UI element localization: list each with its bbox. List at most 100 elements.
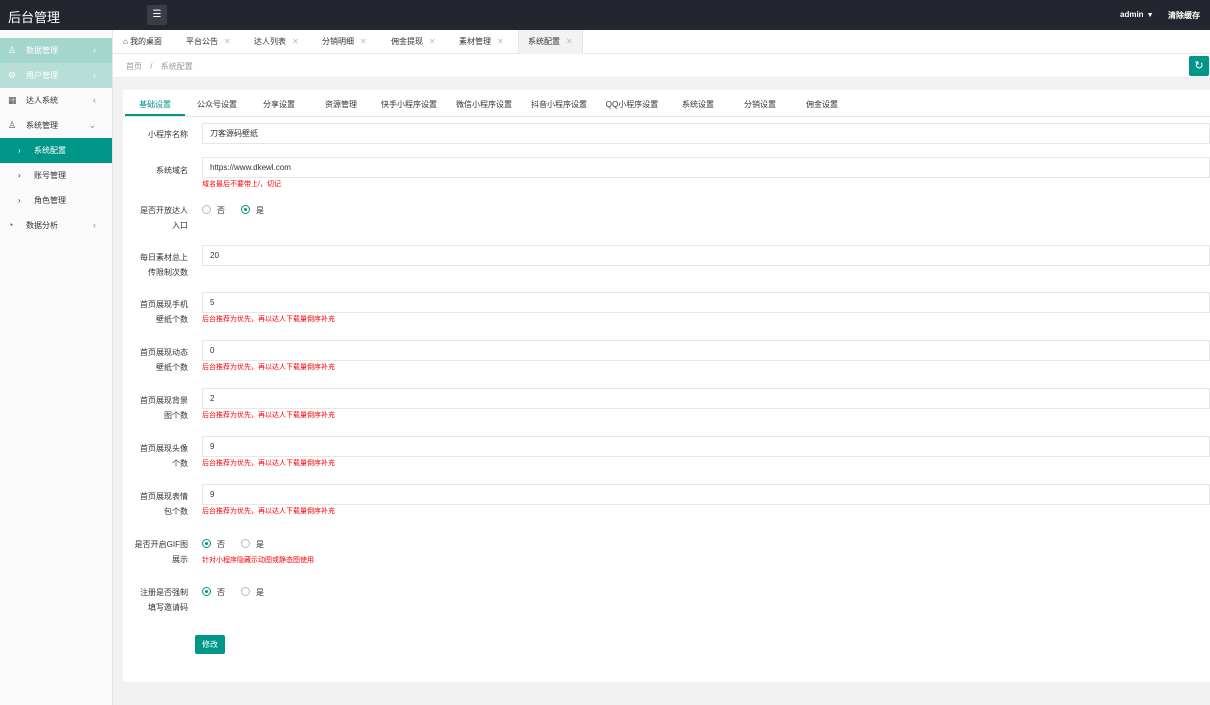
chevron-left-icon: ‹ [93, 95, 96, 105]
submit-button[interactable]: 修改 [195, 635, 225, 654]
bg-img-hint: 后台推荐为优先，再以达人下载量倒序补充 [202, 412, 335, 419]
tab-basic-settings[interactable]: 基础设置 [125, 94, 185, 116]
label-line: 首页展现背景 [140, 396, 188, 405]
label-line: 首页展现动态 [140, 348, 188, 357]
dynamic-wall-label: 首页展现动态 壁纸个数 [128, 345, 188, 375]
label-line: 首页展现表情 [140, 492, 188, 501]
avatar-hint: 后台推荐为优先，再以达人下载量倒序补充 [202, 460, 335, 467]
radio-circle [241, 539, 250, 548]
daily-limit-input[interactable]: 20 [202, 245, 1210, 266]
radio-label: 否 [217, 588, 225, 597]
tab-label: 素材管理 [459, 37, 491, 46]
app-name-label: 小程序名称 [148, 130, 188, 139]
tab-wechat[interactable]: 微信小程序设置 [448, 94, 520, 116]
phone-wall-input[interactable]: 5 [202, 292, 1210, 313]
app-name-input[interactable]: 刀客源码壁纸 [202, 123, 1210, 144]
gif-no-radio[interactable]: 否 [202, 539, 225, 551]
close-icon[interactable]: ✕ [497, 37, 504, 46]
tab-materials[interactable]: 素材管理 ✕ [459, 30, 504, 54]
label-line: 注册是否强制 [140, 588, 188, 597]
tab-distribution[interactable]: 分销明细 ✕ [322, 30, 367, 54]
label-line: 首页展现头像 [140, 444, 188, 453]
sidebar-item-label: 用户管理 [26, 71, 58, 80]
avatar-input[interactable]: 9 [202, 436, 1210, 457]
dynamic-wall-input[interactable]: 0 [202, 340, 1210, 361]
sidebar-item-analytics[interactable]: ◔ 数据分析 ‹ [0, 213, 112, 238]
tab-qq[interactable]: QQ小程序设置 [598, 94, 666, 116]
settings-panel: 基础设置 公众号设置 分享设置 资源管理 快手小程序设置 微信小程序设置 抖音小… [123, 90, 1210, 682]
chevron-right-icon: › [18, 171, 21, 180]
label-line: 是否开放达人 [140, 206, 188, 215]
radio-label: 是 [256, 588, 264, 597]
tab-desktop[interactable]: ⌂ 我的桌面 [123, 30, 162, 54]
close-icon[interactable]: ✕ [566, 37, 573, 46]
tab-share[interactable]: 分享设置 [249, 94, 309, 116]
label-line: 传限制次数 [148, 268, 188, 277]
top-bar: 后台管理 ☰ admin ▼ 清除缓存 [0, 0, 1210, 30]
chevron-left-icon: ‹ [93, 220, 96, 230]
breadcrumb-separator: / [150, 62, 153, 71]
sidebar-item-data[interactable]: ♙ 数据管理 ‹ [0, 38, 112, 63]
radio-circle [202, 205, 211, 214]
tab-announcement[interactable]: 平台公告 ✕ [186, 30, 231, 54]
close-icon[interactable]: ✕ [429, 37, 436, 46]
daily-limit-label: 每日素材总上 传限制次数 [128, 250, 188, 280]
tab-system-config[interactable]: 系统配置 ✕ [518, 30, 583, 54]
grid-icon: ▦ [8, 95, 17, 105]
sidebar-item-label: 达人系统 [26, 96, 58, 105]
user-name: admin [1120, 10, 1144, 19]
tab-label: 平台公告 [186, 37, 218, 46]
tab-douyin[interactable]: 抖音小程序设置 [523, 94, 595, 116]
tab-resources[interactable]: 资源管理 [311, 94, 371, 116]
tab-system[interactable]: 系统设置 [668, 94, 728, 116]
radio-label: 否 [217, 540, 225, 549]
open-entry-label: 是否开放达人 入口 [128, 203, 188, 233]
user-menu[interactable]: admin ▼ [1120, 10, 1154, 19]
tab-commission[interactable]: 佣金设置 [792, 94, 852, 116]
breadcrumb-home[interactable]: 首页 [126, 62, 142, 71]
sidebar-sub-accounts[interactable]: › 账号管理 [0, 163, 112, 188]
domain-hint: 域名最后不要带上/，切记 [202, 181, 281, 188]
emoji-input[interactable]: 9 [202, 484, 1210, 505]
caret-down-icon: ▼ [1146, 12, 1154, 19]
sidebar-sub-roles[interactable]: › 角色管理 [0, 188, 112, 213]
clear-cache-button[interactable]: 清除缓存 [1168, 10, 1200, 21]
open-entry-no-radio[interactable]: 否 [202, 205, 225, 217]
invite-no-radio[interactable]: 否 [202, 587, 225, 599]
tab-official-account[interactable]: 公众号设置 [187, 94, 247, 116]
dynamic-wall-hint: 后台推荐为优先，再以达人下载量倒序补充 [202, 364, 335, 371]
tab-label: 佣金提现 [391, 37, 423, 46]
tab-withdraw[interactable]: 佣金提现 ✕ [391, 30, 436, 54]
chevron-right-icon: › [18, 196, 21, 205]
sidebar-item-users[interactable]: ⚙ 用户管理 ‹ [0, 63, 112, 88]
radio-circle [241, 587, 250, 596]
refresh-icon[interactable]: ↻ [1189, 56, 1209, 76]
sidebar-item-label: 数据分析 [26, 221, 58, 230]
label-line: 壁纸个数 [156, 315, 188, 324]
sidebar-sub-label: 系统配置 [34, 146, 66, 155]
bg-img-input[interactable]: 2 [202, 388, 1210, 409]
home-icon: ⌂ [123, 37, 131, 46]
sidebar-item-talent[interactable]: ▦ 达人系统 ‹ [0, 88, 112, 113]
chevron-right-icon: › [18, 146, 21, 155]
tab-distribution-settings[interactable]: 分销设置 [730, 94, 790, 116]
sidebar-sub-config[interactable]: › 系统配置 [0, 138, 112, 163]
close-icon[interactable]: ✕ [360, 37, 367, 46]
label-line: 入口 [172, 221, 188, 230]
tab-kuaishou[interactable]: 快手小程序设置 [373, 94, 445, 116]
domain-label: 系统域名 [156, 166, 188, 175]
gif-yes-radio[interactable]: 是 [241, 539, 264, 551]
close-icon[interactable]: ✕ [224, 37, 231, 46]
chevron-down-icon: ⌄ [88, 120, 96, 130]
close-icon[interactable]: ✕ [292, 37, 299, 46]
radio-circle [202, 539, 211, 548]
tab-talent-list[interactable]: 达人列表 ✕ [254, 30, 299, 54]
open-entry-yes-radio[interactable]: 是 [241, 205, 264, 217]
bg-img-label: 首页展现背景 图个数 [128, 393, 188, 423]
radio-circle [202, 587, 211, 596]
menu-toggle-button[interactable]: ☰ [147, 5, 167, 25]
radio-label: 是 [256, 206, 264, 215]
sidebar-item-system[interactable]: ♙ 系统管理 ⌄ [0, 113, 112, 138]
invite-yes-radio[interactable]: 是 [241, 587, 264, 599]
domain-input[interactable]: https://www.dkewl.com [202, 157, 1210, 178]
